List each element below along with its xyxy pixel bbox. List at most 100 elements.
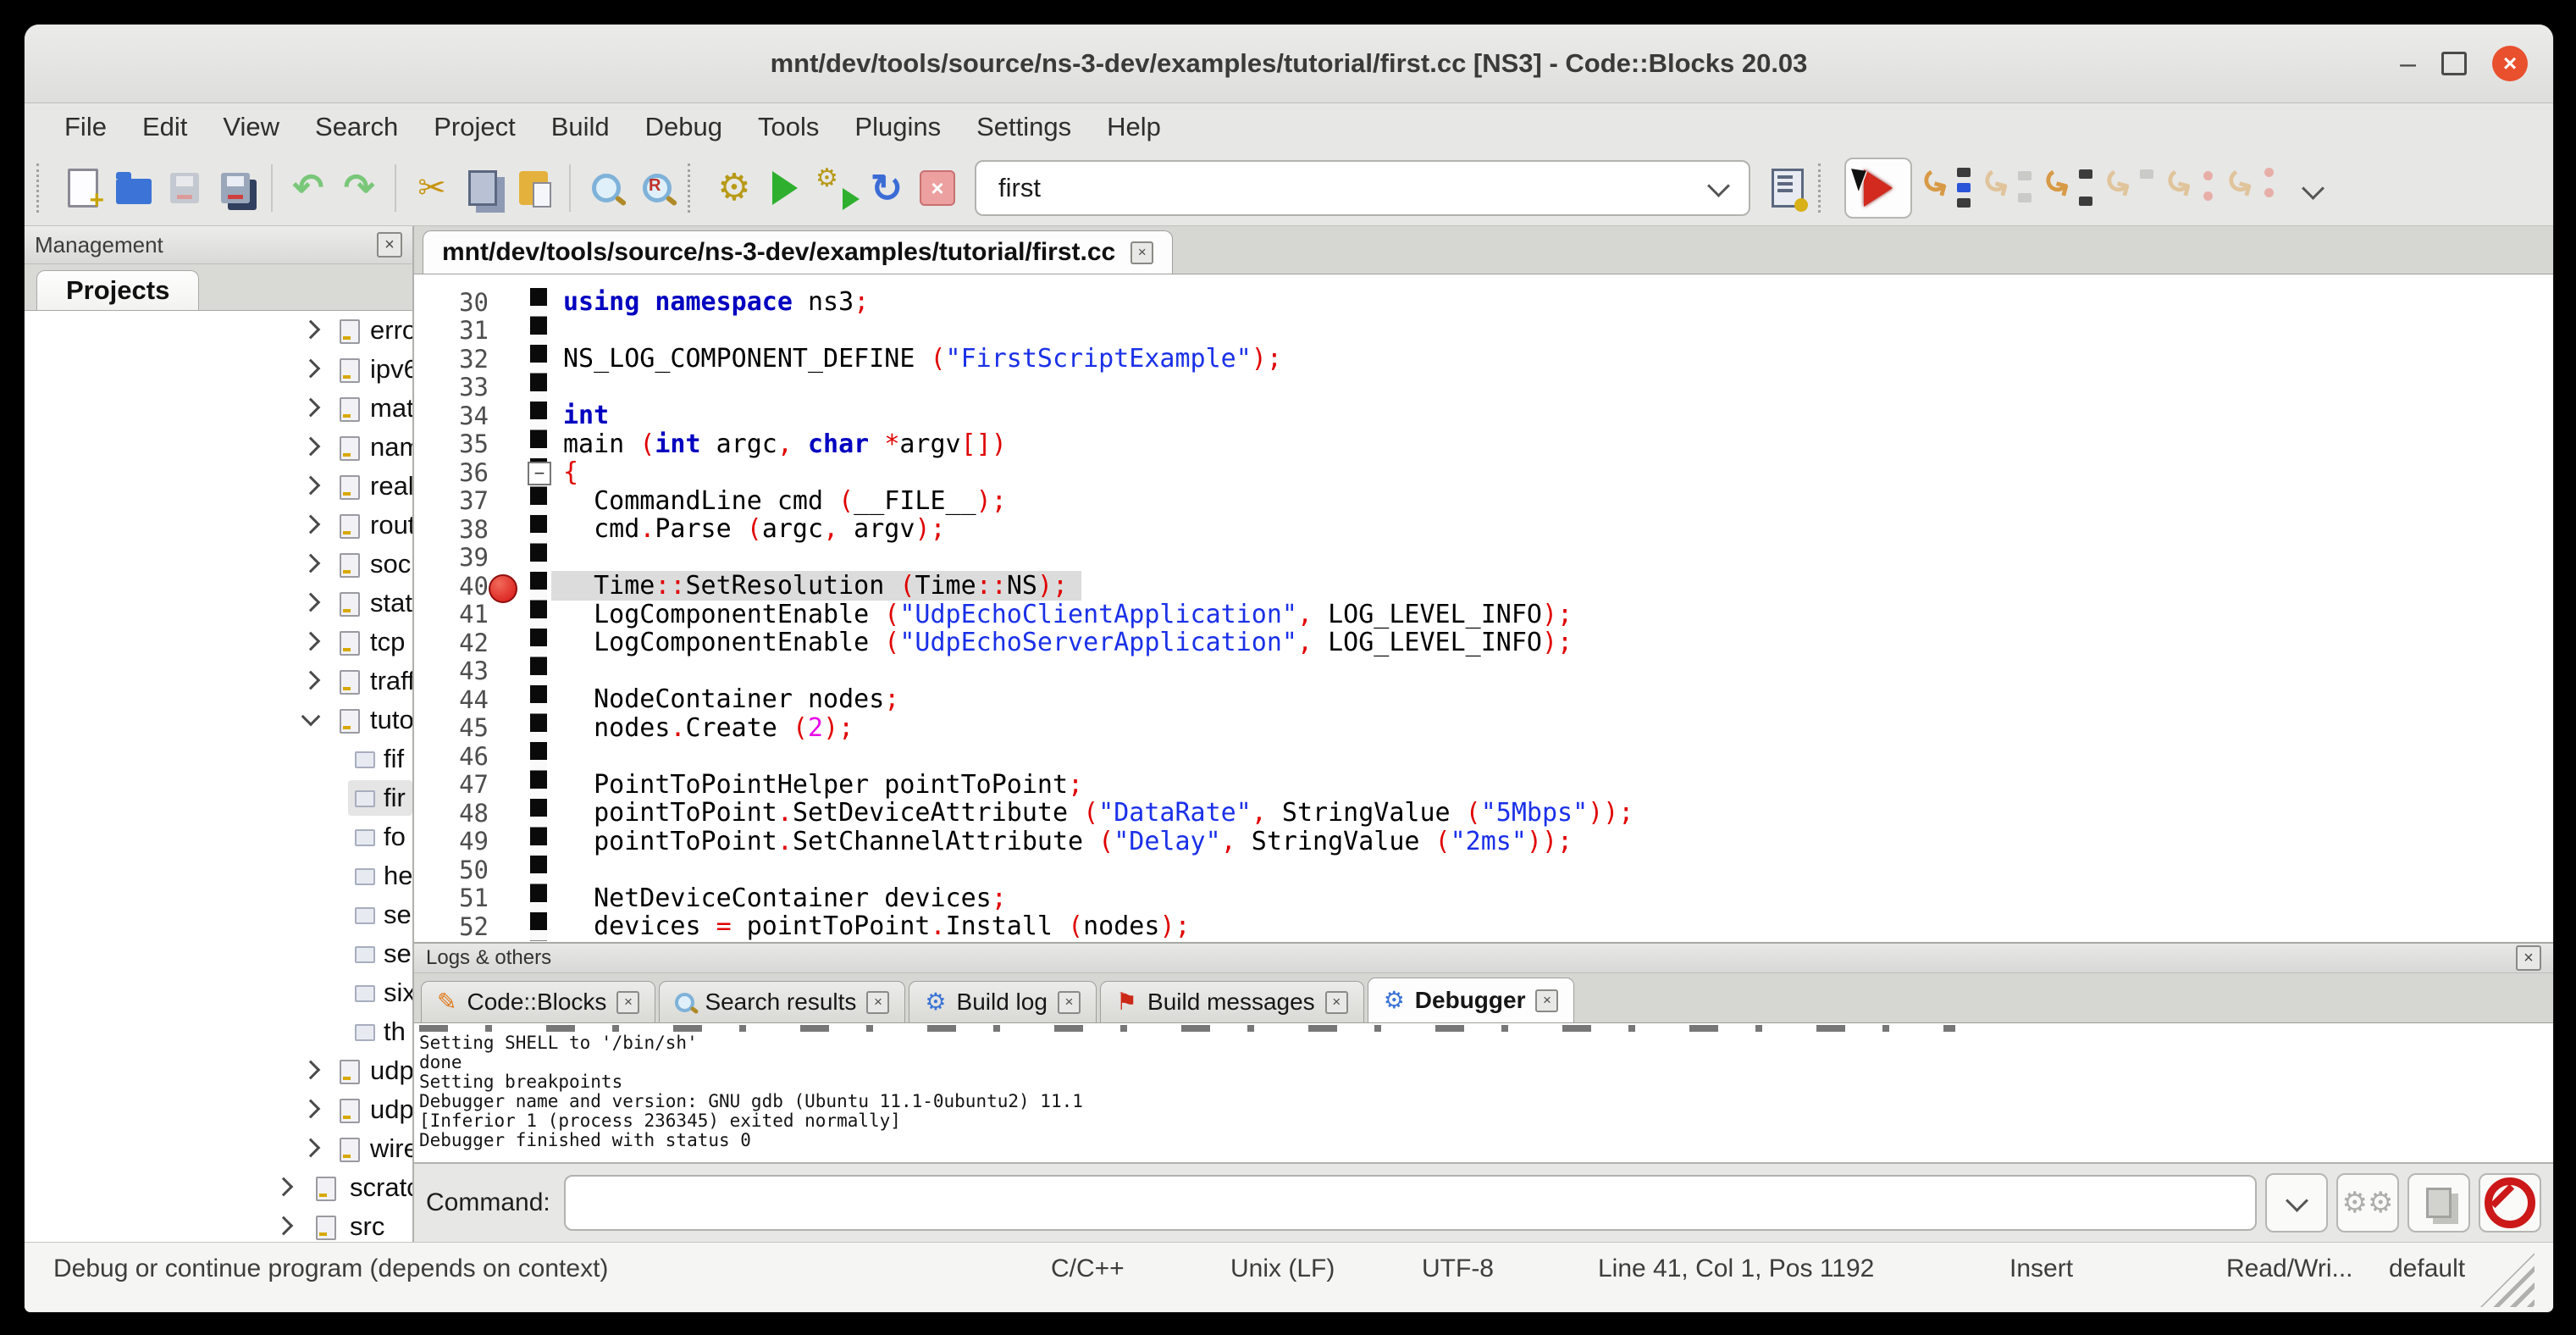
code-line-50[interactable]: 50: [414, 856, 2553, 884]
open-file-button[interactable]: [108, 163, 159, 213]
breakpoint-margin[interactable]: [489, 799, 526, 828]
breakpoint-margin[interactable]: [489, 402, 526, 430]
tab-close-icon[interactable]: ×: [1058, 991, 1081, 1014]
chevron-collapsed-icon[interactable]: [274, 1216, 294, 1236]
rebuild-button[interactable]: ↻: [861, 163, 912, 213]
chevron-collapsed-icon[interactable]: [301, 593, 321, 612]
code-line-43[interactable]: 43: [414, 657, 2553, 686]
tab-close-icon[interactable]: ×: [1535, 989, 1558, 1012]
menu-help[interactable]: Help: [1089, 108, 1179, 146]
tree-item-rout[interactable]: rout: [25, 506, 412, 545]
breakpoint-margin[interactable]: [489, 685, 526, 714]
breakpoint-margin[interactable]: [489, 572, 526, 601]
code-line-37[interactable]: 37 CommandLine cmd (__FILE__);: [414, 487, 2553, 516]
code-line-48[interactable]: 48 pointToPoint.SetDeviceAttribute ("Dat…: [414, 799, 2553, 828]
copy-button[interactable]: [457, 163, 508, 213]
next-line-button[interactable]: ↷: [1982, 163, 2035, 213]
paste-button[interactable]: [508, 163, 559, 213]
chevron-collapsed-icon[interactable]: [301, 1061, 321, 1080]
breakpoint-margin[interactable]: [489, 884, 526, 913]
code-line-31[interactable]: 31: [414, 317, 2553, 346]
code-line-38[interactable]: 38 cmd.Parse (argc, argv);: [414, 515, 2553, 544]
code-line-42[interactable]: 42 LogComponentEnable ("UdpEchoServerApp…: [414, 629, 2553, 657]
code-line-45[interactable]: 45 nodes.Create (2);: [414, 714, 2553, 743]
tree-item-traff[interactable]: traff: [25, 662, 412, 701]
tree-item-se[interactable]: se: [25, 934, 412, 973]
breakpoint-margin[interactable]: [489, 828, 526, 856]
breakpoint-margin[interactable]: [489, 601, 526, 629]
fold-collapse-icon[interactable]: −: [528, 462, 551, 485]
save-button[interactable]: [159, 163, 210, 213]
management-close-icon[interactable]: ×: [377, 232, 402, 258]
debug-toolbar-more-chevron[interactable]: [2302, 177, 2324, 200]
code-line-39[interactable]: 39: [414, 544, 2553, 573]
build-and-run-button[interactable]: ⚙: [810, 163, 861, 213]
undo-button[interactable]: ↶: [283, 163, 334, 213]
code-line-49[interactable]: 49 pointToPoint.SetChannelAttribute ("De…: [414, 828, 2553, 856]
chevron-collapsed-icon[interactable]: [301, 359, 321, 379]
editor-tab-close-icon[interactable]: ×: [1130, 241, 1153, 264]
tab-projects[interactable]: Projects: [36, 270, 199, 310]
menu-file[interactable]: File: [47, 108, 124, 146]
code-line-34[interactable]: 34int: [414, 402, 2553, 430]
breakpoint-icon[interactable]: [489, 574, 517, 603]
tree-item-udp-[interactable]: udp-: [25, 1090, 412, 1129]
breakpoint-margin[interactable]: [489, 487, 526, 516]
menu-view[interactable]: View: [205, 108, 297, 146]
tree-item-stat[interactable]: stat: [25, 584, 412, 623]
logs-tab-build-log[interactable]: ⚙Build log×: [909, 981, 1097, 1022]
code-line-36[interactable]: 36−{: [414, 458, 2553, 487]
tree-item-tcp[interactable]: tcp: [25, 623, 412, 662]
code-line-35[interactable]: 35main (int argc, char *argv[]): [414, 430, 2553, 459]
debugger-log[interactable]: Setting SHELL to '/bin/sh'doneSetting br…: [414, 1023, 2553, 1162]
toolbar-grip[interactable]: [36, 163, 47, 213]
breakpoint-margin[interactable]: [489, 430, 526, 459]
step-out-button[interactable]: ↷: [2104, 163, 2157, 213]
chevron-collapsed-icon[interactable]: [274, 1177, 294, 1197]
clear-log-button[interactable]: [2479, 1173, 2541, 1233]
menu-build[interactable]: Build: [533, 108, 627, 146]
build-target-properties-button[interactable]: [1762, 163, 1813, 213]
tree-item-ipv6[interactable]: ipv6: [25, 350, 412, 389]
code-line-44[interactable]: 44 NodeContainer nodes;: [414, 685, 2553, 714]
maximize-button[interactable]: [2441, 52, 2467, 75]
breakpoint-margin[interactable]: [489, 544, 526, 573]
chevron-collapsed-icon[interactable]: [301, 320, 321, 340]
code-editor[interactable]: 30using namespace ns3;3132NS_LOG_COMPONE…: [414, 274, 2553, 942]
tree-item-fif[interactable]: fif: [25, 740, 412, 778]
resize-grip[interactable]: [2480, 1253, 2535, 1307]
code-line-41[interactable]: 41 LogComponentEnable ("UdpEchoClientApp…: [414, 601, 2553, 629]
code-line-46[interactable]: 46: [414, 742, 2553, 771]
tree-item-fo[interactable]: fo: [25, 817, 412, 856]
breakpoint-margin[interactable]: [489, 856, 526, 884]
tree-item-th[interactable]: th: [25, 1012, 412, 1051]
tree-item-erro[interactable]: erro: [25, 311, 412, 350]
tab-close-icon[interactable]: ×: [616, 991, 639, 1014]
logs-close-icon[interactable]: ×: [2516, 945, 2541, 971]
code-line-47[interactable]: 47 PointToPointHelper pointToPoint;: [414, 771, 2553, 800]
chevron-collapsed-icon[interactable]: [301, 554, 321, 573]
run-button[interactable]: [760, 163, 810, 213]
tree-item-fir[interactable]: fir: [25, 778, 412, 817]
logs-tab-build-messages[interactable]: ⚑Build messages×: [1100, 981, 1364, 1022]
chevron-collapsed-icon[interactable]: [301, 1138, 321, 1158]
chevron-collapsed-icon[interactable]: [301, 476, 321, 496]
tree-item-se[interactable]: se: [25, 895, 412, 934]
chevron-collapsed-icon[interactable]: [301, 671, 321, 690]
chevron-collapsed-icon[interactable]: [301, 398, 321, 418]
tree-item-tuto[interactable]: tuto: [25, 701, 412, 740]
tab-close-icon[interactable]: ×: [866, 991, 889, 1014]
logs-tab-debugger[interactable]: ⚙Debugger×: [1368, 978, 1575, 1022]
chevron-expanded-icon[interactable]: [301, 707, 321, 727]
minimize-button[interactable]: –: [2400, 49, 2416, 78]
tree-item-six[interactable]: six: [25, 973, 412, 1012]
menu-edit[interactable]: Edit: [124, 108, 205, 146]
command-history-dropdown[interactable]: [2265, 1173, 2328, 1233]
save-all-button[interactable]: [210, 163, 261, 213]
breakpoint-margin[interactable]: [489, 374, 526, 402]
close-button[interactable]: ×: [2492, 46, 2528, 81]
breakpoint-margin[interactable]: [489, 912, 526, 941]
tree-item-udp[interactable]: udp: [25, 1051, 412, 1090]
menu-search[interactable]: Search: [297, 108, 416, 146]
toolbar-grip[interactable]: [1818, 163, 1829, 213]
